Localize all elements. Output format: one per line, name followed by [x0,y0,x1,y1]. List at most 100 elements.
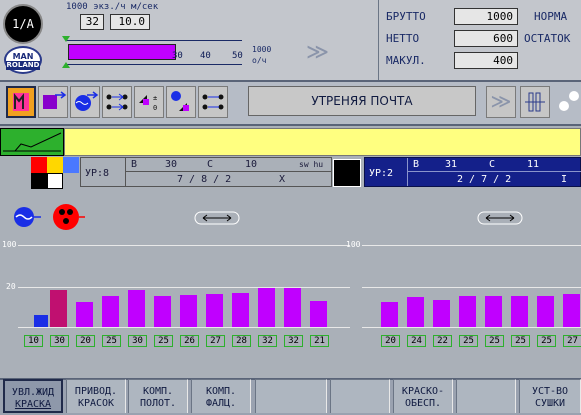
unit-row-divider [125,171,331,172]
gridline-top-left [18,245,350,246]
footer-button-line1: КОМП. [142,386,174,397]
slider-tick-50: 50 [232,51,243,61]
footer-button-line1: КРАСКО- [401,386,445,397]
footer-button-8[interactable] [456,379,516,413]
ink-zone-value-right-8[interactable]: 27 [563,335,581,347]
footer-button-line2: КРАСКА [14,399,52,410]
ink-zone-value-left-4[interactable]: 25 [102,335,121,347]
ink-zone-value-right-5[interactable]: 25 [485,335,504,347]
ink-zone-value-left-3[interactable]: 20 [76,335,95,347]
footer-button-9[interactable]: УСТ-ВО СУШКИ [519,379,581,413]
ink-zone-bar-right-2[interactable] [407,297,424,327]
ink-zone-bar-left-4[interactable] [102,296,119,327]
footer-button-2[interactable]: ПРИВОД. КРАСОК [66,379,126,413]
ink-zone-value-left-5[interactable]: 30 [128,335,147,347]
footer-button-7[interactable]: КРАСКО- ОБЕСП. [393,379,453,413]
footer-button-line1: УВЛ.ЖИД [11,387,55,398]
ink-zone-value-left-10[interactable]: 32 [258,335,277,347]
slider-left-marker-top [62,36,70,42]
footer-button-line1: УСТ-ВО [531,386,569,397]
ink-color-swatches[interactable] [31,157,79,189]
ink-zone-value-left-12[interactable]: 21 [310,335,329,347]
ink-key-zero-button[interactable]: ±0 [134,86,164,118]
ink-roller-status-icon[interactable] [52,202,86,232]
unit-mode: Х [279,174,286,185]
dampening-button[interactable] [70,86,100,118]
unit-header-1[interactable]: УР:8 В 30 С 10 sw hu 7 / 8 / 2 Х [80,157,332,187]
ink-zone-bar-right-6[interactable] [511,296,528,327]
water-to-ink-icon [43,91,67,109]
waste-value[interactable]: 400 [454,52,518,69]
ink-zone-value-right-2[interactable]: 24 [407,335,426,347]
water-ink-key-button[interactable] [166,86,196,118]
gridline-mid-right [362,287,581,288]
ink-zone-bar-left-2[interactable] [50,290,67,327]
ink-zone-bar-left-6[interactable] [154,296,171,327]
ink-zone-value-right-1[interactable]: 20 [381,335,400,347]
dampening-status-icon[interactable] [12,204,42,230]
y-tick-100-left: 100 [2,240,17,249]
ink-zone-value-right-7[interactable]: 25 [537,335,556,347]
swatch-black [31,173,47,189]
speed-ms-value[interactable]: 10.0 [110,14,150,30]
job-name-field[interactable]: УТРЕНЯЯ ПОЧТА [248,86,476,116]
slider-top-line [66,40,242,41]
ink-zone-bar-right-7[interactable] [537,296,554,327]
ink-zone-value-right-6[interactable]: 25 [511,335,530,347]
dampening-icon [75,91,99,111]
speed-slider[interactable]: 30 40 50 [62,36,243,68]
ink-zone-bar-left-12[interactable] [310,301,327,327]
ink-zone-bar-left-9[interactable] [232,293,249,327]
slider-tick-40: 40 [200,51,211,61]
ink-zone-bar-left-7[interactable] [180,295,197,327]
ink-zone-value-left-8[interactable]: 27 [206,335,225,347]
ink-zone-bar-right-1[interactable] [381,302,398,327]
ink-zone-value-right-3[interactable]: 22 [433,335,452,347]
press-unit-icon [525,92,545,112]
ink-zone-bar-left-10[interactable] [258,288,275,327]
ink-zone-bar-right-3[interactable] [433,300,450,327]
speed-value[interactable]: 32 [80,14,104,30]
status-badge[interactable]: 1/A [3,4,43,44]
net-value[interactable]: 600 [454,30,518,47]
footer-button-5[interactable] [255,379,327,413]
oscillation-roller-icon-2[interactable] [474,210,526,226]
ink-fountain-button[interactable] [6,86,36,118]
ink-zone-bar-right-4[interactable] [459,296,476,327]
net-label: НЕТТО [386,32,420,45]
ink-zone-value-left-7[interactable]: 26 [180,335,199,347]
ink-zone-value-right-4[interactable]: 25 [459,335,478,347]
double-chevron-icon[interactable]: ≫ [306,42,329,64]
roller-link-2-icon [202,94,224,110]
ink-zone-bar-left-3[interactable] [76,302,93,327]
ink-zone-bar-left-8[interactable] [206,294,223,327]
man-roland-logo: MAN ROLAND [4,46,42,74]
footer-button-6[interactable] [330,379,390,413]
roller-link-2-button[interactable] [198,86,228,118]
ink-zone-value-left-2[interactable]: 30 [50,335,69,347]
logo-line1: MAN [12,52,34,61]
ink-zone-bar-right-8[interactable] [563,294,580,327]
footer-button-3[interactable]: КОМП. ПОЛОТ. [128,379,188,413]
ink-zone-bar-left-1[interactable] [34,315,48,327]
ink-zone-value-left-1[interactable]: 10 [24,335,43,347]
rest-label: ОСТАТОК [524,32,571,45]
ink-zone-bar-left-11[interactable] [284,288,301,327]
swatch-yellow [47,157,63,173]
gross-value[interactable]: 1000 [454,8,518,25]
oscillation-roller-icon-1[interactable] [191,210,243,226]
footer-button-4[interactable]: КОМП. ФАЛЦ. [191,379,251,413]
ink-zone-bar-left-5[interactable] [128,290,145,327]
next-page-button[interactable]: ≫ [486,86,516,118]
press-unit-button[interactable] [520,86,550,118]
roller-link-button[interactable] [102,86,132,118]
unit-header-2[interactable]: УР:2 В 31 С 11 2 / 7 / 2 I [364,157,581,187]
footer-button-1[interactable]: УВЛ.ЖИД КРАСКА [3,379,63,413]
ink-zone-value-left-9[interactable]: 28 [232,335,251,347]
ink-zone-value-left-11[interactable]: 32 [284,335,303,347]
ink-zone-bar-right-5[interactable] [485,296,502,327]
ink-zone-value-left-6[interactable]: 25 [154,335,173,347]
black-swatch[interactable] [333,159,361,187]
footer-button-line1: ПРИВОД. [74,386,118,397]
water-to-ink-button[interactable] [38,86,68,118]
